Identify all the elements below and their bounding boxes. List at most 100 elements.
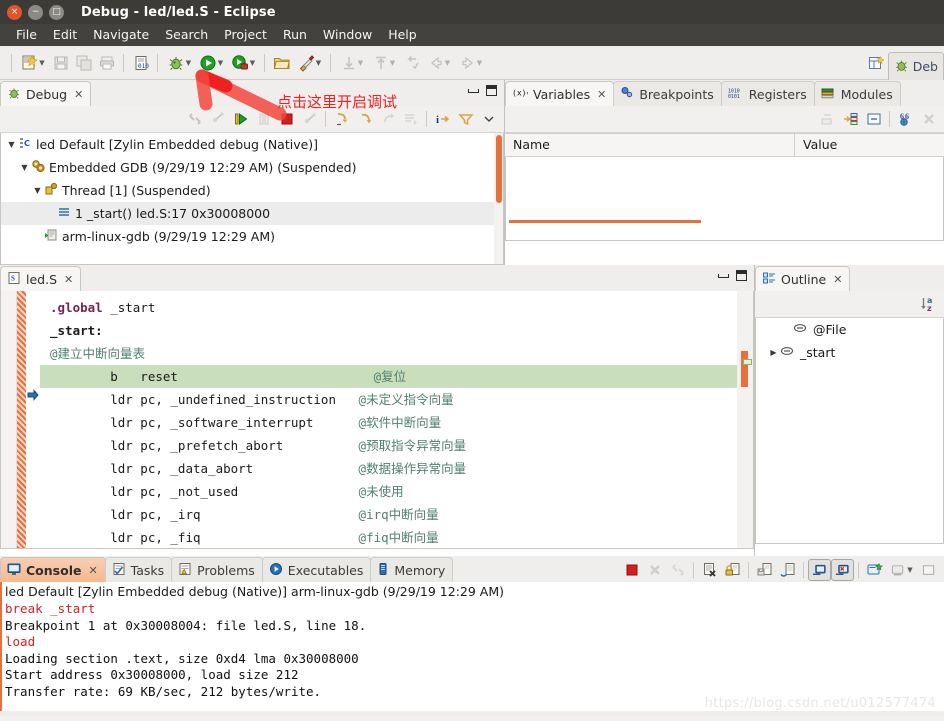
instruction-stepping-icon[interactable]: i: [431, 108, 454, 130]
build-icon[interactable]: ▼: [293, 52, 325, 74]
chevron-down-icon[interactable]: ▼: [18, 163, 31, 172]
code-line[interactable]: ldr pc, _undefined_instruction @未定义指令向量: [40, 388, 737, 411]
tab-variables[interactable]: (x)= Variables ✕: [505, 81, 615, 106]
view-menu-icon[interactable]: [477, 108, 500, 130]
menu-item-edit[interactable]: Edit: [45, 24, 85, 46]
perspective-tab-debug[interactable]: Deb: [887, 52, 944, 80]
debug-tree-scrollbar[interactable]: [494, 133, 503, 264]
tab-breakpoints[interactable]: Breakpoints: [613, 81, 722, 106]
pin-console-icon[interactable]: [753, 559, 776, 581]
window-close-button[interactable]: ×: [7, 4, 22, 20]
menu-item-window[interactable]: Window: [315, 24, 380, 46]
tab-problems[interactable]: Problems: [171, 557, 263, 582]
list-item[interactable]: @File: [756, 318, 943, 341]
menu-item-help[interactable]: Help: [380, 24, 425, 46]
menu-item-file[interactable]: File: [8, 24, 45, 46]
table-row[interactable]: arm-linux-gdb (9/29/19 12:29 AM): [1, 225, 503, 248]
maximize-icon[interactable]: [736, 270, 747, 281]
close-icon[interactable]: ✕: [833, 273, 842, 286]
chevron-down-icon[interactable]: ▼: [218, 59, 223, 67]
console-output[interactable]: break _start Breakpoint 1 at 0x30008004:…: [0, 601, 944, 711]
marker-ruler[interactable]: [26, 291, 40, 548]
menu-item-project[interactable]: Project: [216, 24, 275, 46]
external-tools-icon[interactable]: ▼: [227, 52, 259, 74]
code-line-current[interactable]: b reset @复位: [40, 365, 737, 388]
tab-registers[interactable]: 1010 0101 Registers: [720, 81, 815, 106]
close-icon[interactable]: ✕: [64, 273, 73, 286]
window-minimize-button[interactable]: −: [28, 4, 43, 20]
open-console-icon[interactable]: [831, 559, 854, 581]
variables-table-body[interactable]: [505, 157, 944, 241]
close-icon[interactable]: ✕: [88, 564, 97, 577]
minimize-icon[interactable]: [718, 273, 729, 278]
save-all-icon[interactable]: [72, 52, 95, 74]
scrollbar-thumb[interactable]: [496, 135, 502, 203]
new-console-view-icon[interactable]: [863, 559, 886, 581]
sort-az-icon[interactable]: az: [917, 293, 940, 315]
show-type-names-icon[interactable]: [839, 108, 862, 130]
clear-console-icon[interactable]: [698, 559, 721, 581]
column-header-name[interactable]: Name: [505, 134, 795, 156]
print-icon[interactable]: [95, 52, 118, 74]
tab-console[interactable]: Console ✕: [0, 557, 106, 582]
debug-icon[interactable]: ▼: [163, 52, 195, 74]
menu-item-search[interactable]: Search: [157, 24, 216, 46]
window-maximize-button[interactable]: □: [49, 4, 64, 20]
tab-debug[interactable]: Debug ✕: [0, 81, 92, 106]
code-line[interactable]: ldr pc, _fiq @fiq中断向量: [40, 526, 737, 549]
editor-overview-ruler[interactable]: [737, 291, 753, 548]
table-row[interactable]: 1 _start() led.S:17 0x30008000: [1, 202, 503, 225]
menu-item-navigate[interactable]: Navigate: [85, 24, 157, 46]
chevron-right-icon[interactable]: ▶: [767, 348, 780, 357]
code-line[interactable]: @建立中断向量表: [40, 342, 737, 365]
code-line[interactable]: _start:: [40, 319, 737, 342]
resume-icon[interactable]: [229, 108, 252, 130]
list-item[interactable]: ▶ _start: [756, 341, 943, 364]
toggle-source-icon[interactable]: 010: [129, 52, 152, 74]
editor-body[interactable]: .global _start _start: @建立中断向量表 b reset …: [0, 291, 754, 549]
tab-led-s[interactable]: S led.S ✕: [0, 266, 82, 291]
tab-tasks[interactable]: Tasks: [104, 557, 173, 582]
save-icon[interactable]: [49, 52, 72, 74]
close-icon[interactable]: ✕: [597, 88, 606, 101]
tab-modules[interactable]: Modules: [813, 81, 901, 106]
word-wrap-icon[interactable]: [776, 559, 799, 581]
menu-item-run[interactable]: Run: [275, 24, 315, 46]
console-menu-icon[interactable]: ▼: [886, 559, 918, 581]
terminate-icon[interactable]: [620, 559, 643, 581]
table-row[interactable]: ▼ Embedded GDB (9/29/19 12:29 AM) (Suspe…: [1, 156, 503, 179]
tab-memory[interactable]: Memory: [370, 557, 454, 582]
code-line[interactable]: ldr pc, _data_abort @数据操作异常向量: [40, 457, 737, 480]
run-icon[interactable]: ▼: [195, 52, 227, 74]
tab-executables[interactable]: Executables: [261, 557, 372, 582]
code-line[interactable]: .global _start: [40, 296, 737, 319]
overview-current-line-marker[interactable]: [743, 359, 752, 365]
minimize-icon[interactable]: [918, 559, 941, 581]
overview-change-marker[interactable]: [741, 351, 748, 387]
open-folder-icon[interactable]: [270, 52, 293, 74]
debug-tree[interactable]: ▼ C led Default [Zylin Embedded debug (N…: [0, 133, 504, 265]
chevron-down-icon[interactable]: ▼: [186, 59, 191, 67]
close-icon[interactable]: ✕: [74, 88, 83, 101]
show-logical-structure-icon[interactable]: [862, 108, 885, 130]
code-line[interactable]: ldr pc, _irq @irq中断向量: [40, 503, 737, 526]
display-selected-console-icon[interactable]: [808, 559, 831, 581]
chevron-down-icon[interactable]: ▼: [907, 566, 912, 574]
code-area[interactable]: .global _start _start: @建立中断向量表 b reset …: [40, 291, 737, 548]
maximize-icon[interactable]: [486, 85, 497, 96]
chevron-down-icon[interactable]: ▼: [316, 59, 321, 67]
chevron-down-icon[interactable]: ▼: [250, 59, 255, 67]
code-line[interactable]: ldr pc, _prefetch_abort @预取指令异常向量: [40, 434, 737, 457]
new-wizard-icon[interactable]: ▼: [17, 52, 49, 74]
chevron-down-icon[interactable]: ▼: [5, 140, 18, 149]
table-row[interactable]: ▼ Thread [1] (Suspended): [1, 179, 503, 202]
scroll-lock-icon[interactable]: [721, 559, 744, 581]
layout-icon[interactable]: 66: [894, 108, 917, 130]
tab-outline[interactable]: Outline ✕: [755, 266, 851, 291]
code-line[interactable]: ldr pc, _not_used @未使用: [40, 480, 737, 503]
outline-tree[interactable]: @File ▶ _start: [755, 318, 944, 544]
chevron-down-icon[interactable]: ▼: [39, 59, 44, 67]
open-perspective-icon[interactable]: [865, 52, 888, 74]
column-header-value[interactable]: Value: [795, 134, 837, 156]
code-line[interactable]: ldr pc, _software_interrupt @软件中断向量: [40, 411, 737, 434]
